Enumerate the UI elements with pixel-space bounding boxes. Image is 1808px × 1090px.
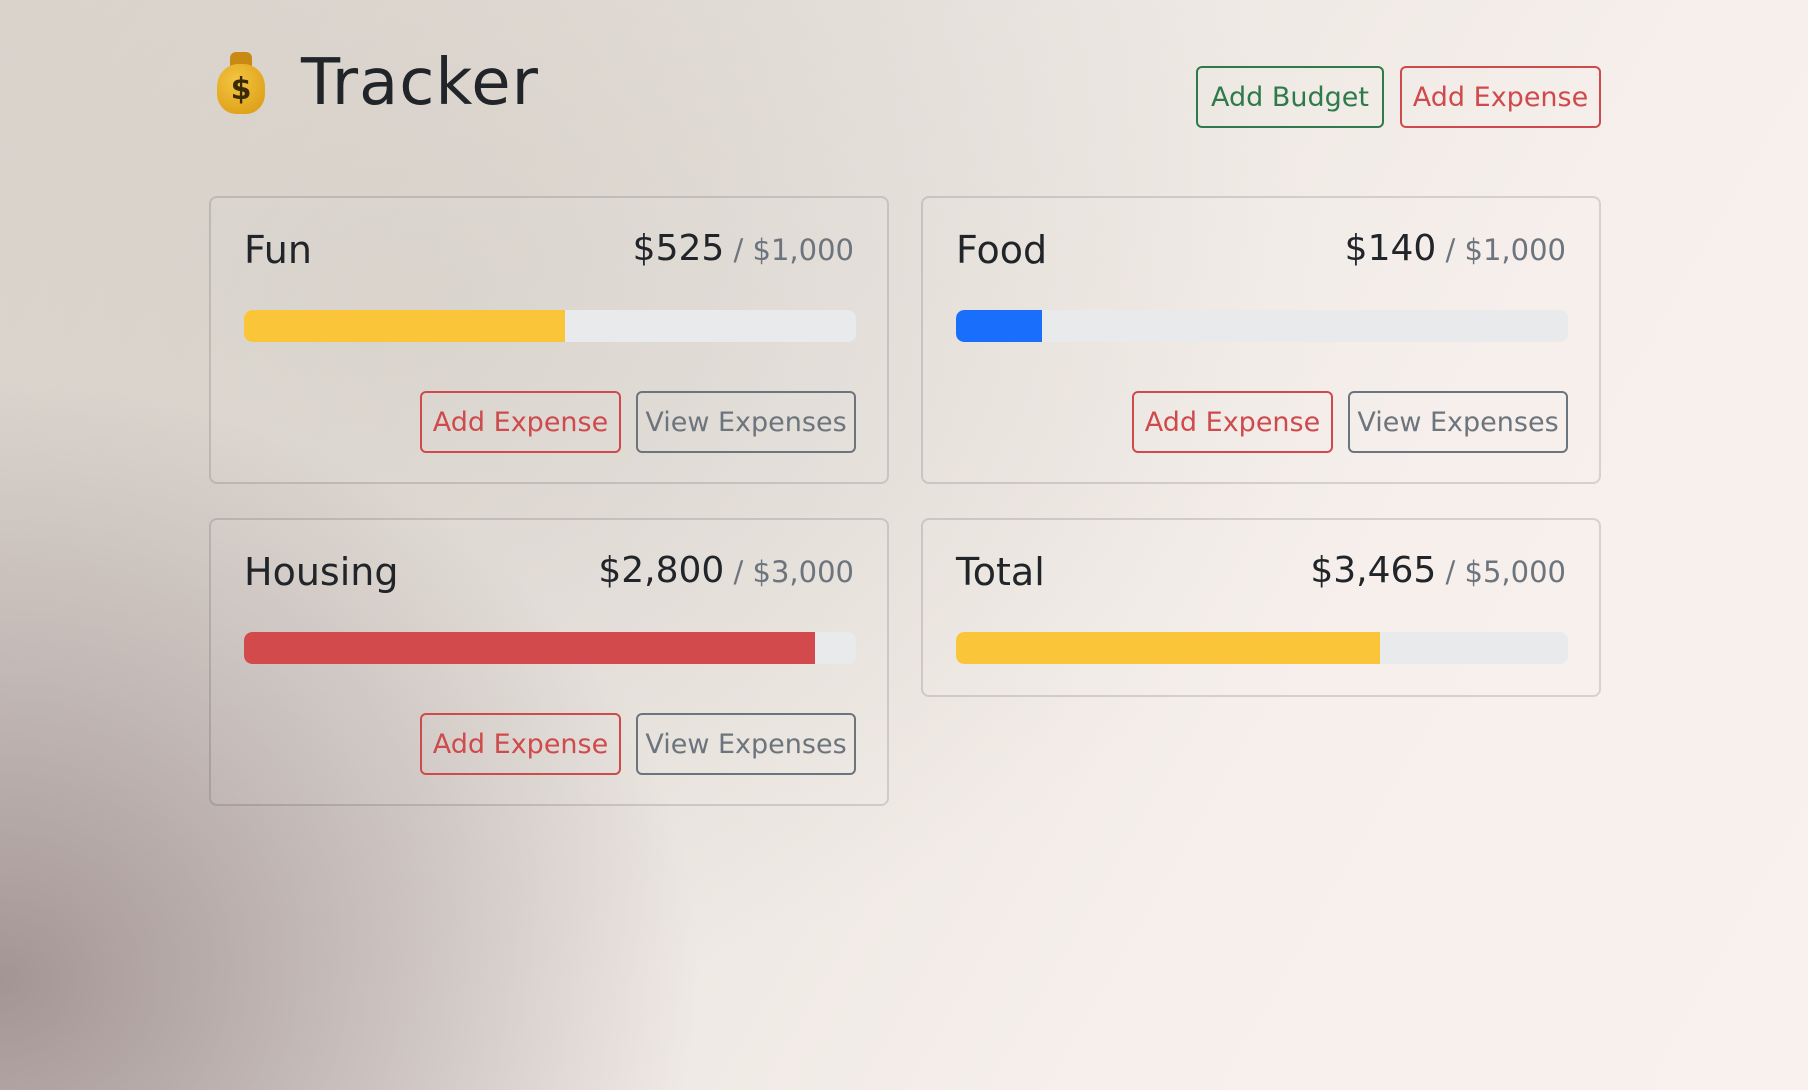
progress-fill xyxy=(956,310,1042,342)
view-expenses-button[interactable]: View Expenses xyxy=(636,391,856,453)
budget-spent: $140 xyxy=(1344,228,1437,269)
budget-amount: $140 / $1,000 xyxy=(1344,228,1566,269)
header: $ Tracker Add Budget Add Expense xyxy=(209,38,1601,128)
view-expenses-button[interactable]: View Expenses xyxy=(1348,391,1568,453)
app-container: $ Tracker Add Budget Add Expense Fun $52… xyxy=(209,0,1601,1090)
total-progress-bar xyxy=(956,632,1568,664)
total-name: Total xyxy=(956,550,1045,594)
budget-progress-bar xyxy=(244,632,856,664)
add-budget-button[interactable]: Add Budget xyxy=(1196,66,1384,128)
progress-fill xyxy=(956,632,1381,664)
budget-card-fun: Fun $525 / $1,000 Add Expense View Expen… xyxy=(209,196,889,484)
progress-fill xyxy=(244,632,815,664)
title-wrap: $ Tracker xyxy=(215,38,539,128)
add-expense-button[interactable]: Add Expense xyxy=(1132,391,1333,453)
budget-spent: $2,800 xyxy=(598,550,725,591)
view-expenses-button[interactable]: View Expenses xyxy=(636,713,856,775)
add-expense-button[interactable]: Add Expense xyxy=(1400,66,1601,128)
progress-fill xyxy=(244,310,566,342)
budget-amount: $525 / $1,000 xyxy=(632,228,854,269)
budget-card-housing: Housing $2,800 / $3,000 Add Expense View… xyxy=(209,518,889,806)
add-expense-button[interactable]: Add Expense xyxy=(420,391,621,453)
total-amount: $3,465 / $5,000 xyxy=(1310,550,1566,591)
budget-max: $1,000 xyxy=(1464,233,1566,267)
total-card: Total $3,465 / $5,000 xyxy=(921,518,1601,697)
add-expense-button[interactable]: Add Expense xyxy=(420,713,621,775)
budget-progress-bar xyxy=(956,310,1568,342)
total-max: $5,000 xyxy=(1464,555,1566,589)
total-spent: $3,465 xyxy=(1310,550,1437,591)
budget-card-food: Food $140 / $1,000 Add Expense View Expe… xyxy=(921,196,1601,484)
budget-name: Housing xyxy=(244,550,399,594)
budget-name: Fun xyxy=(244,228,312,272)
budget-max: $3,000 xyxy=(752,555,854,589)
budget-max: $1,000 xyxy=(752,233,854,267)
budget-progress-bar xyxy=(244,310,856,342)
budget-spent: $525 xyxy=(632,228,725,269)
page-title: Tracker xyxy=(301,46,539,120)
budget-amount: $2,800 / $3,000 xyxy=(598,550,854,591)
money-bag-icon: $ xyxy=(215,48,267,118)
budget-name: Food xyxy=(956,228,1048,272)
